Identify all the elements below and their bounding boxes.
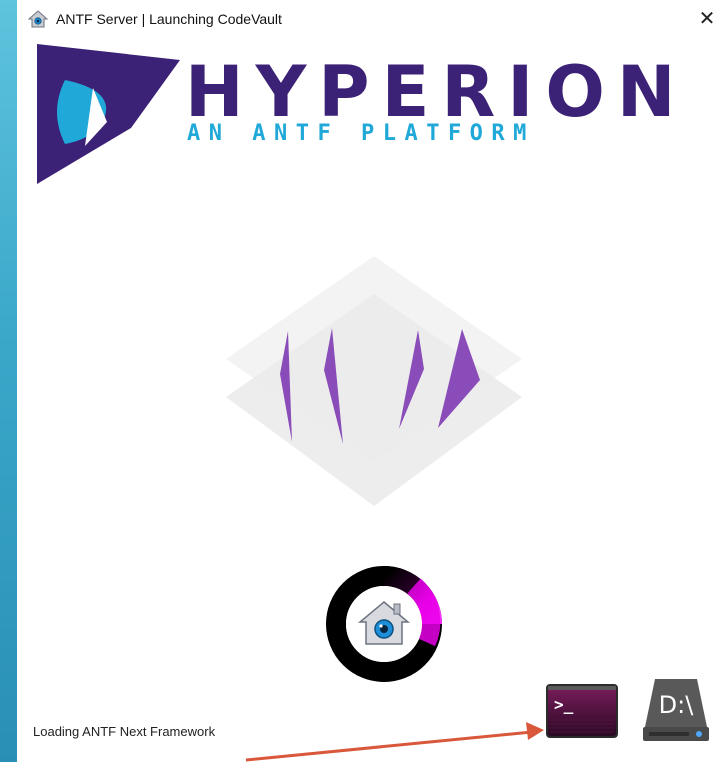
svg-text:>_: >_: [554, 695, 574, 714]
window-title: ANTF Server | Launching CodeVault: [56, 11, 282, 27]
launcher-window: ANTF Server | Launching CodeVault ✕ HYPE…: [17, 0, 725, 762]
hero-emblem: [226, 256, 522, 506]
home-icon: [28, 10, 48, 28]
annotation-arrow: [245, 722, 544, 762]
loading-spinner: [326, 566, 442, 682]
loading-status: Loading ANTF Next Framework: [33, 724, 216, 739]
hyperion-logo: HYPERION AN ANTF PLATFORM: [37, 44, 675, 184]
brand-tagline: AN ANTF PLATFORM: [187, 121, 535, 146]
title-bar[interactable]: ANTF Server | Launching CodeVault ✕: [17, 0, 725, 38]
drive-icon[interactable]: D:\: [641, 677, 711, 743]
drive-label: D:\: [659, 691, 695, 719]
close-button[interactable]: ✕: [689, 3, 725, 35]
